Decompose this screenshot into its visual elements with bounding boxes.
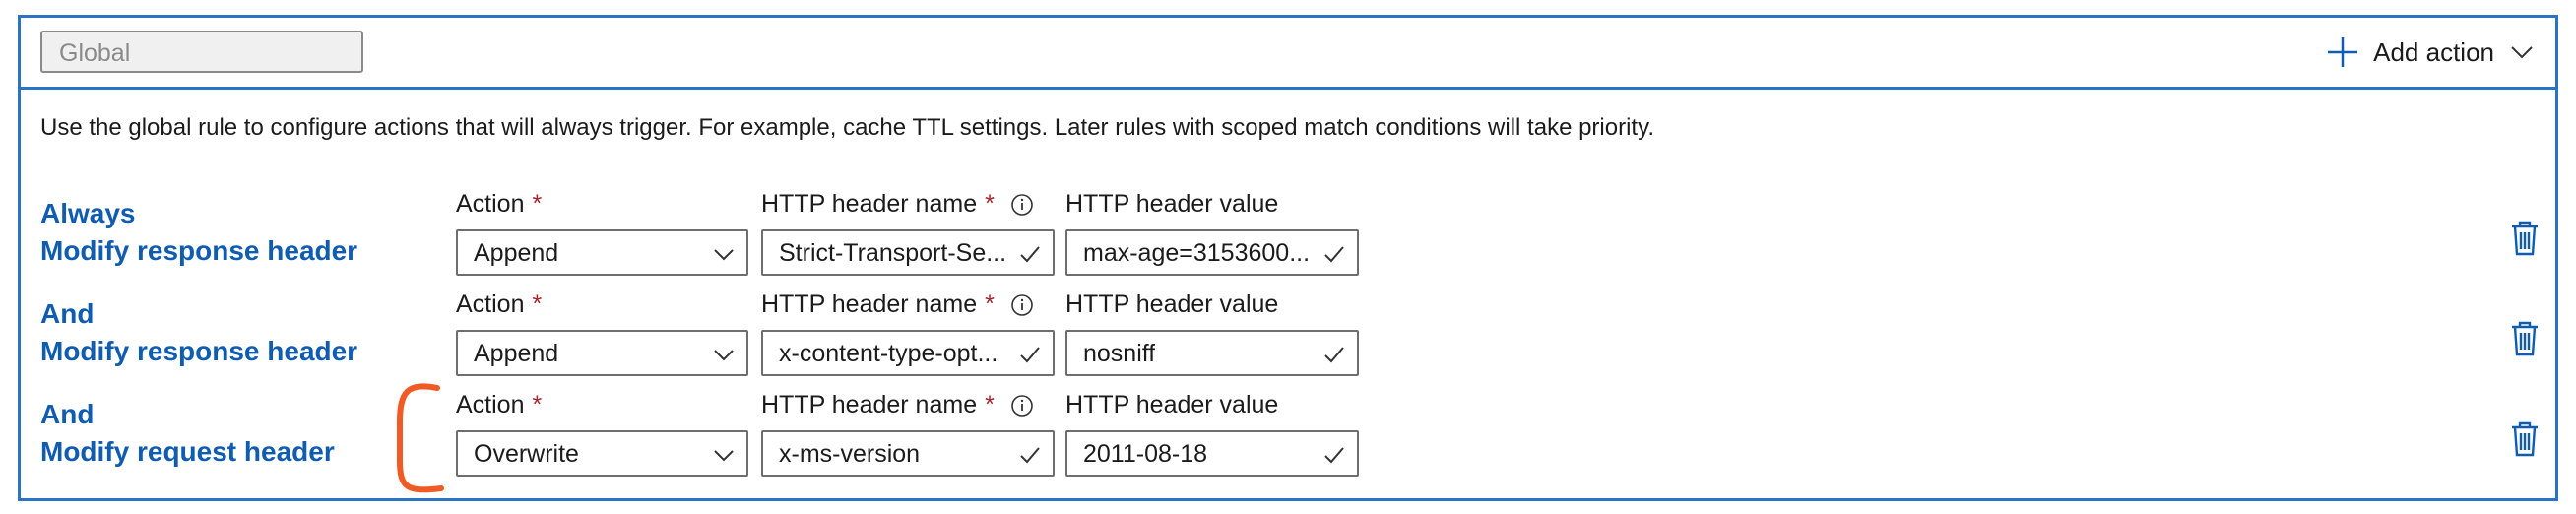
condition-keyword: And: [40, 399, 95, 429]
action-dropdown[interactable]: Append: [456, 330, 748, 376]
action-value: Append: [474, 340, 559, 367]
info-icon[interactable]: [1010, 394, 1034, 418]
action-value: Append: [474, 239, 559, 267]
header-value-combobox[interactable]: max-age=3153600...: [1065, 229, 1359, 276]
required-marker: *: [985, 190, 995, 218]
action-value: Overwrite: [474, 440, 579, 468]
check-icon: [1020, 447, 1040, 464]
trash-icon[interactable]: [2509, 420, 2541, 458]
header-name-value: x-ms-version: [779, 440, 921, 468]
rule-name-field: Global: [40, 31, 363, 73]
action-label-text: Action: [456, 290, 525, 318]
required-marker: *: [985, 290, 995, 318]
action-label-text: Action: [456, 391, 525, 418]
add-action-label: Add action: [2373, 36, 2494, 67]
action-dropdown[interactable]: Append: [456, 229, 748, 276]
condition-keyword: Always: [40, 198, 136, 228]
header-name-label: HTTP header name *: [761, 190, 1034, 219]
header-name-label-text: HTTP header name: [761, 290, 978, 318]
header-name-label-text: HTTP header name: [761, 391, 978, 418]
chevron-down-icon: [714, 249, 734, 261]
header-name-combobox[interactable]: x-ms-version: [761, 430, 1055, 477]
required-marker: *: [532, 391, 543, 418]
required-marker: *: [532, 290, 543, 318]
header-value-combobox[interactable]: nosniff: [1065, 330, 1359, 376]
plus-icon: [2328, 37, 2358, 67]
action-title: Modify response header: [40, 235, 358, 266]
required-marker: *: [532, 190, 543, 218]
info-icon[interactable]: [1010, 193, 1034, 217]
header-value-label: HTTP header value: [1065, 190, 1279, 218]
required-marker: *: [985, 391, 995, 418]
check-icon: [1020, 347, 1040, 363]
chevron-down-icon: [2511, 46, 2533, 59]
condition-keyword: And: [40, 298, 95, 329]
header-name-value: x-content-type-opt...: [779, 340, 998, 367]
header-value-label: HTTP header value: [1065, 391, 1279, 418]
check-icon: [1324, 246, 1344, 263]
action-title: Modify response header: [40, 336, 358, 366]
action-label: Action *: [456, 190, 542, 219]
header-name-value: Strict-Transport-Se...: [779, 239, 1007, 267]
action-label: Action *: [456, 290, 542, 319]
header-value-value: nosniff: [1083, 340, 1156, 367]
action-row: Always Modify response header Action * HT…: [21, 190, 2555, 296]
header-name-combobox[interactable]: Strict-Transport-Se...: [761, 229, 1055, 276]
info-icon[interactable]: [1010, 293, 1034, 317]
annotation-bracket: [397, 383, 444, 493]
rule-header: Global Add action: [21, 18, 2555, 90]
trash-icon[interactable]: [2509, 320, 2541, 357]
header-name-label: HTTP header name *: [761, 290, 1034, 319]
header-value-value: 2011-08-18: [1083, 440, 1208, 468]
action-title: Modify request header: [40, 436, 335, 467]
header-value-label: HTTP header value: [1065, 290, 1279, 318]
header-name-combobox[interactable]: x-content-type-opt...: [761, 330, 1055, 376]
header-value-value: max-age=3153600...: [1083, 239, 1311, 267]
action-label: Action *: [456, 391, 542, 419]
chevron-down-icon: [714, 450, 734, 462]
rule-description: Use the global rule to configure actions…: [40, 114, 1654, 141]
chevron-down-icon: [714, 350, 734, 361]
trash-icon[interactable]: [2509, 220, 2541, 257]
check-icon: [1324, 447, 1344, 464]
header-value-combobox[interactable]: 2011-08-18: [1065, 430, 1359, 477]
action-label-text: Action: [456, 190, 525, 218]
action-dropdown[interactable]: Overwrite: [456, 430, 748, 477]
check-icon: [1324, 347, 1344, 363]
header-name-label: HTTP header name *: [761, 391, 1034, 419]
add-action-button[interactable]: Add action: [2326, 32, 2534, 72]
check-icon: [1020, 246, 1040, 263]
header-name-label-text: HTTP header name: [761, 190, 978, 218]
